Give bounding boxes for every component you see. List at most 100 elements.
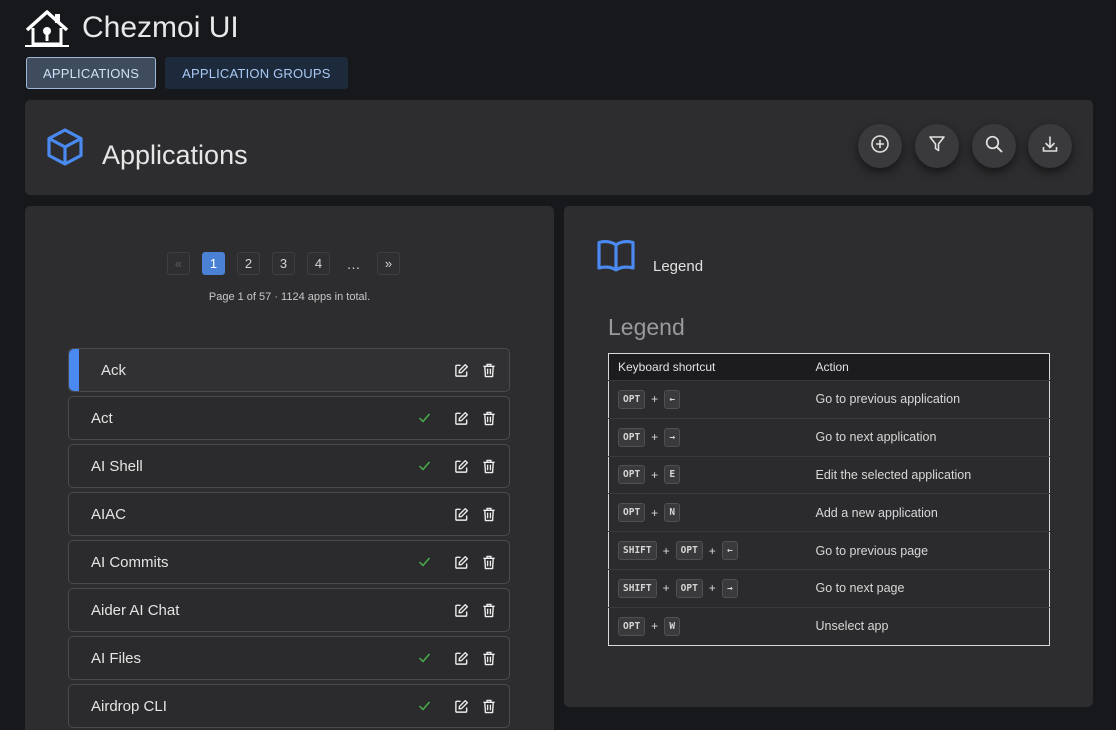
trash-icon[interactable] (480, 458, 497, 475)
edit-icon[interactable] (453, 698, 470, 715)
filter-icon (927, 134, 947, 159)
tab-applications[interactable]: APPLICATIONS (26, 57, 157, 89)
page-banner: Applications (25, 100, 1093, 195)
column-header-action: Action (806, 353, 1050, 381)
add-application-button[interactable] (858, 124, 902, 168)
app-name: AI Shell (91, 457, 143, 475)
legend-header: Legend (653, 258, 704, 275)
app-name: AI Commits (91, 553, 169, 571)
shortcut-cell: OPT + → (608, 417, 807, 457)
app-name: Ack (101, 361, 127, 379)
app-list-item[interactable]: AI Shell (68, 444, 510, 488)
action-cell: Go to next page (806, 568, 1050, 608)
key-cap: OPT (618, 503, 646, 523)
page-button-3[interactable]: 3 (272, 252, 295, 275)
action-cell: Edit the selected application (806, 455, 1050, 494)
edit-icon[interactable] (453, 458, 470, 475)
app-list-item[interactable]: Act (68, 396, 510, 440)
plus-sign: + (662, 543, 670, 558)
pagination-ellipsis: … (346, 255, 361, 272)
key-cap: OPT (618, 427, 646, 447)
action-cell: Unselect app (806, 606, 1050, 646)
download-icon (1040, 134, 1060, 159)
main-nav: APPLICATIONS APPLICATION GROUPS (26, 57, 348, 89)
plus-sign: + (651, 392, 659, 407)
check-icon (419, 460, 431, 472)
plus-sign: + (708, 581, 716, 596)
legend-row: OPT + E Edit the selected application (608, 455, 1050, 494)
filter-button[interactable] (915, 124, 959, 168)
legend-row: SHIFT + OPT + ← Go to previous page (608, 531, 1050, 570)
app-list-item[interactable]: AI Commits (68, 540, 510, 584)
shortcut-cell: OPT + ← (608, 380, 807, 419)
edit-icon[interactable] (453, 506, 470, 523)
key-cap: E (664, 465, 681, 485)
app-list-item[interactable]: Airdrop CLI (68, 684, 510, 728)
key-cap: OPT (675, 541, 703, 561)
edit-icon[interactable] (453, 410, 470, 427)
key-cap: → (664, 427, 681, 447)
trash-icon[interactable] (480, 554, 497, 571)
app-name: AIAC (91, 505, 127, 523)
trash-icon[interactable] (480, 602, 497, 619)
trash-icon[interactable] (480, 650, 497, 667)
key-cap: OPT (618, 389, 646, 409)
legend-row: SHIFT + OPT + → Go to next page (608, 568, 1050, 608)
trash-icon[interactable] (480, 362, 497, 379)
page-button-1[interactable]: 1 (202, 252, 225, 275)
edit-icon[interactable] (453, 362, 470, 379)
page-button-2[interactable]: 2 (237, 252, 260, 275)
action-cell: Add a new application (806, 493, 1050, 532)
book-open-icon (596, 239, 636, 273)
edit-icon[interactable] (453, 602, 470, 619)
key-cap: SHIFT (618, 541, 657, 561)
app-list-item[interactable]: Aider AI Chat (68, 588, 510, 632)
trash-icon[interactable] (480, 698, 497, 715)
trash-icon[interactable] (480, 410, 497, 427)
shortcut-cell: SHIFT + OPT + → (608, 568, 807, 608)
download-button[interactable] (1028, 124, 1072, 168)
key-cap: OPT (618, 465, 646, 485)
key-cap: ← (664, 389, 681, 409)
search-button[interactable] (972, 124, 1016, 168)
key-cap: OPT (618, 616, 646, 636)
edit-icon[interactable] (453, 650, 470, 667)
app-list-item[interactable]: Ack (68, 348, 510, 392)
app-header: Chezmoi UI (25, 8, 239, 48)
app-list-item[interactable]: AI Files (68, 636, 510, 680)
app-name: Aider AI Chat (91, 601, 180, 619)
tab-application-groups[interactable]: APPLICATION GROUPS (165, 57, 348, 89)
app-name: AI Files (91, 649, 142, 667)
row-actions (443, 589, 497, 631)
page-title: Applications (102, 140, 248, 170)
legend-table: Keyboard shortcut Action OPT + ← Go to prev… (608, 353, 1050, 646)
app-name: Airdrop CLI (91, 697, 167, 715)
pagination-info: Page 1 of 57 · 1124 apps in total. (208, 291, 371, 303)
row-actions (419, 637, 497, 679)
legend-panel: Legend Legend Keyboard shortcut Action O… (564, 206, 1093, 707)
check-icon (419, 556, 431, 568)
row-actions (419, 445, 497, 487)
row-actions (419, 685, 497, 727)
add-icon (870, 134, 890, 159)
edit-icon[interactable] (453, 554, 470, 571)
plus-sign: + (651, 505, 659, 520)
page-button-4[interactable]: 4 (307, 252, 330, 275)
legend-title: Legend (608, 314, 685, 340)
shortcut-cell: OPT + W (608, 606, 807, 646)
plus-sign: + (662, 581, 670, 596)
last-page-button[interactable]: » (377, 252, 400, 275)
row-actions (443, 349, 497, 391)
key-cap: N (664, 503, 681, 523)
first-page-button[interactable]: « (167, 252, 190, 275)
row-actions (419, 541, 497, 583)
key-cap: W (664, 616, 681, 636)
legend-row: OPT + ← Go to previous application (608, 380, 1050, 419)
shortcut-cell: OPT + N (608, 493, 807, 532)
plus-sign: + (651, 467, 659, 482)
app-list-item[interactable]: AIAC (68, 492, 510, 536)
key-cap: SHIFT (618, 578, 657, 598)
legend-row: OPT + W Unselect app (608, 606, 1050, 646)
action-cell: Go to previous page (806, 531, 1050, 570)
trash-icon[interactable] (480, 506, 497, 523)
